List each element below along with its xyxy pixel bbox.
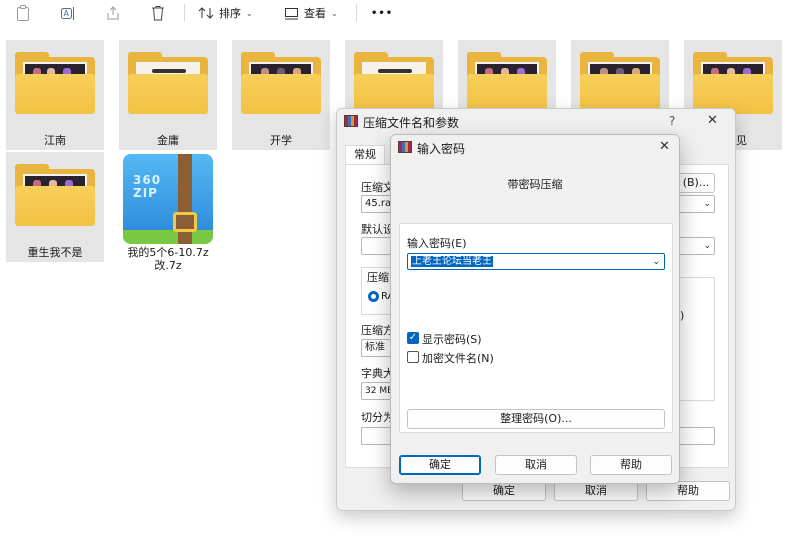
folder-item[interactable]: 江南 (6, 40, 104, 150)
chevron-down-icon[interactable]: ⌄ (652, 254, 660, 269)
folder-label: 重生我不是 (27, 246, 83, 259)
dictionary-dropdown[interactable]: 32 MB (361, 382, 391, 400)
cancel-button[interactable]: 取消 (495, 455, 577, 475)
split-dropdown[interactable] (361, 427, 391, 445)
sort-icon (198, 7, 214, 19)
method-dropdown[interactable]: 标准 (361, 339, 391, 357)
folder-item[interactable]: 金庸 (119, 40, 217, 150)
view-label: 查看 (304, 7, 326, 20)
password-field-stub[interactable] (677, 427, 715, 445)
folder-item[interactable]: 开学 (232, 40, 330, 150)
folder-label: 江南 (44, 134, 66, 147)
dialog-titlebar: 压缩文件名和参数 ? ✕ (337, 109, 735, 133)
command-bar: A 排序 ⌄ 查看 ⌄ ••• (0, 0, 800, 26)
chevron-down-icon: ⌄ (703, 199, 711, 209)
folder-label: 开学 (270, 134, 292, 147)
ok-button[interactable]: 确定 (399, 455, 481, 475)
show-password-label: 显示密码(S) (422, 333, 482, 346)
chevron-down-icon: ⌄ (331, 8, 338, 18)
folder-icon (241, 52, 321, 114)
close-icon[interactable]: ✕ (707, 113, 718, 128)
360zip-archive-icon: 360 ZIP (123, 154, 213, 244)
profile-dropdown[interactable] (361, 237, 391, 255)
zip-file-label: 我的5个6-10.7z 改.7z (127, 246, 209, 272)
dialog-title: 压缩文件名和参数 (363, 116, 460, 130)
options-fragment: ) (680, 309, 685, 322)
chevron-down-icon: ⌄ (246, 8, 253, 18)
sort-label: 排序 (219, 7, 241, 20)
ok-button[interactable]: 确定 (462, 481, 546, 501)
dialog-titlebar: 输入密码 ✕ (391, 135, 679, 159)
options-groupbox (675, 277, 715, 401)
trash-icon[interactable] (149, 4, 167, 22)
rename-icon[interactable]: A (59, 4, 77, 22)
rar-radio[interactable] (368, 291, 379, 302)
help-button[interactable]: 帮助 (646, 481, 730, 501)
help-icon[interactable]: ? (669, 114, 675, 128)
cancel-button[interactable]: 取消 (554, 481, 638, 501)
browse-button[interactable]: (B)... (677, 173, 715, 193)
winrar-icon (344, 115, 358, 127)
password-label: 输入密码(E) (407, 237, 467, 250)
update-mode-dropdown[interactable]: ⌄ (677, 237, 715, 255)
dialog-heading: 带密码压缩 (507, 178, 563, 191)
encrypt-filenames-label: 加密文件名(N) (422, 352, 494, 365)
format-label: 压缩 (367, 271, 389, 284)
share-icon[interactable] (104, 4, 122, 22)
help-button[interactable]: 帮助 (590, 455, 672, 475)
folder-icon (580, 52, 660, 114)
folder-item[interactable]: 重生我不是 (6, 152, 104, 262)
chevron-down-icon: ⌄ (703, 241, 711, 251)
close-icon[interactable]: ✕ (659, 139, 670, 154)
show-password-checkbox[interactable]: ✓ (407, 332, 419, 344)
password-dialog: 输入密码 ✕ 带密码压缩 输入密码(E) 上老王论坛当老王 ⌄ ✓ 显示密码(S… (390, 134, 680, 484)
view-button[interactable]: 查看 ⌄ (284, 4, 338, 22)
organize-passwords-button[interactable]: 整理密码(O)... (407, 409, 665, 429)
winrar-icon (398, 141, 412, 153)
folder-label: 金庸 (157, 134, 179, 147)
folder-icon (15, 164, 95, 226)
tab-general[interactable]: 常规 (345, 145, 385, 165)
folder-icon (354, 52, 434, 114)
folder-icon (128, 52, 208, 114)
toolbar-divider (184, 4, 185, 22)
dialog-title: 输入密码 (417, 142, 466, 156)
zip-file-item[interactable]: 360 ZIP 我的5个6-10.7z 改.7z (121, 150, 215, 272)
archive-path-dropdown[interactable]: ⌄ (677, 195, 715, 213)
folder-icon (467, 52, 547, 114)
encrypt-filenames-checkbox[interactable] (407, 351, 419, 363)
sort-button[interactable]: 排序 ⌄ (198, 4, 253, 22)
more-options-button[interactable]: ••• (371, 4, 393, 22)
view-icon (285, 7, 298, 19)
folder-label: 见 (736, 134, 747, 147)
folder-icon (693, 52, 773, 114)
password-value: 上老王论坛当老王 (411, 256, 493, 267)
folder-icon (15, 52, 95, 114)
svg-text:A: A (64, 9, 70, 18)
clipboard-icon[interactable] (14, 4, 32, 22)
toolbar-divider (356, 4, 357, 22)
password-input[interactable]: 上老王论坛当老王 ⌄ (407, 253, 665, 270)
